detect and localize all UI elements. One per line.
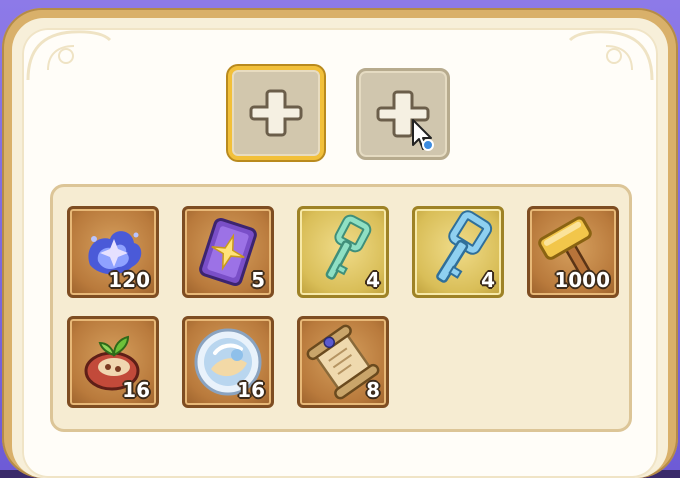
inventory-item[interactable]: 4 [412, 206, 504, 298]
inventory-panel: 120 5 4 4 1000 16 16 8 [50, 184, 632, 432]
mouse-cursor-icon [412, 119, 434, 151]
item-quantity: 8 [366, 378, 380, 402]
inventory-item[interactable]: 16 [182, 316, 274, 408]
corner-ornament-left-icon [26, 30, 112, 81]
inventory-item[interactable]: 1000 [527, 206, 619, 298]
item-quantity: 1000 [554, 268, 610, 292]
equip-slot-1[interactable] [228, 66, 324, 160]
item-quantity: 16 [122, 378, 150, 402]
inventory-item[interactable]: 4 [297, 206, 389, 298]
inventory-item[interactable]: 8 [297, 316, 389, 408]
inventory-item[interactable]: 5 [182, 206, 274, 298]
item-quantity: 120 [108, 268, 150, 292]
item-quantity: 16 [237, 378, 265, 402]
inventory-item[interactable]: 120 [67, 206, 159, 298]
inventory-item[interactable]: 16 [67, 316, 159, 408]
plus-icon [249, 89, 303, 137]
item-quantity: 4 [481, 268, 495, 292]
item-quantity: 4 [366, 268, 380, 292]
corner-ornament-right-icon [568, 30, 654, 81]
item-quantity: 5 [251, 268, 265, 292]
